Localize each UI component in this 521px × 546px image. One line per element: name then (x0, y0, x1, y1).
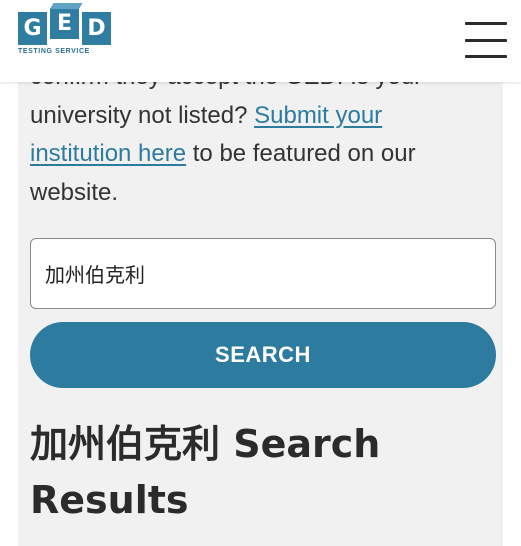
logo-subtitle: TESTING SERVICE (18, 48, 90, 55)
logo-letter-e: E (50, 8, 79, 39)
ged-logo[interactable]: G E D TESTING SERVICE (18, 8, 118, 70)
logo-letter-d: D (82, 12, 111, 45)
search-button[interactable]: SEARCH (30, 322, 496, 388)
logo-letter-g: G (18, 12, 47, 45)
menu-bar (465, 38, 507, 42)
menu-bar (465, 22, 507, 25)
site-header: G E D TESTING SERVICE (0, 0, 521, 82)
paragraph-text-before-link: university not listed? (30, 101, 255, 129)
logo-letters: G E D (18, 8, 118, 45)
hamburger-menu-icon[interactable] (465, 22, 507, 58)
search-results-heading: 加州伯克利 Search Results (30, 422, 381, 522)
menu-bar (465, 55, 507, 58)
search-input[interactable] (30, 238, 496, 309)
main-content: confirm they accept the GED. Is youruniv… (18, 58, 503, 546)
